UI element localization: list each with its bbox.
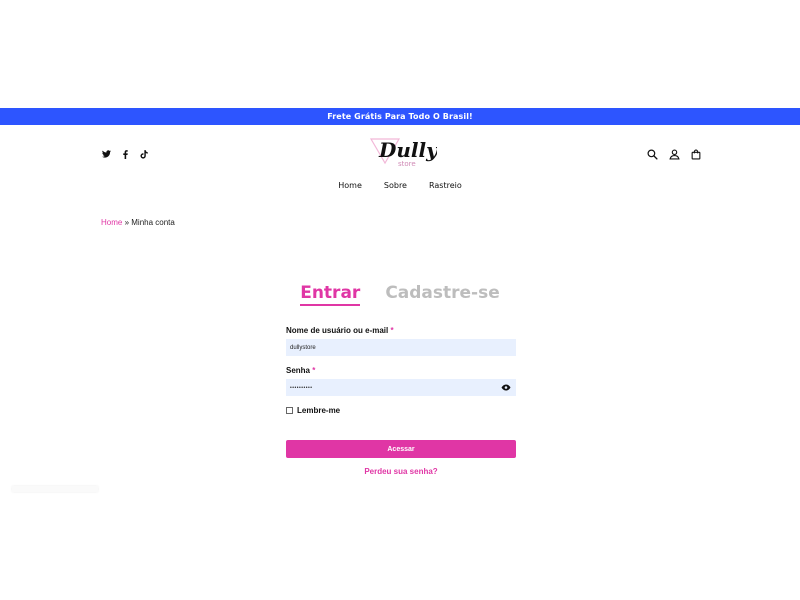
tiktok-icon[interactable] (139, 149, 149, 159)
remember-label: Lembre-me (297, 406, 341, 415)
recaptcha-badge (12, 486, 98, 492)
cart-icon[interactable] (690, 148, 702, 160)
show-password-icon[interactable] (501, 383, 511, 392)
breadcrumb: Home » Minha conta (101, 218, 175, 227)
tab-register[interactable]: Cadastre-se (385, 283, 499, 306)
remember-checkbox[interactable] (286, 407, 293, 414)
password-value: •••••••••• (290, 384, 313, 391)
twitter-icon[interactable] (101, 149, 111, 159)
breadcrumb-home-link[interactable]: Home (101, 218, 122, 227)
facebook-icon[interactable] (120, 149, 130, 159)
svg-text:store: store (398, 160, 416, 168)
password-label: Senha * (286, 366, 316, 375)
login-button[interactable]: Acessar (286, 440, 516, 458)
username-label: Nome de usuário ou e-mail * (286, 326, 394, 335)
main-nav: Home Sobre Rastreio (0, 181, 800, 190)
username-value: dullystore (290, 344, 316, 351)
announcement-text: Frete Grátis Para Todo O Brasil! (327, 112, 473, 121)
forgot-password-link[interactable]: Perdeu sua senha? (286, 467, 516, 476)
account-icon[interactable] (668, 148, 680, 160)
header-actions (646, 148, 702, 160)
announcement-bar: Frete Grátis Para Todo O Brasil! (0, 108, 800, 125)
tab-login[interactable]: Entrar (300, 283, 361, 306)
remember-me: Lembre-me (286, 406, 516, 415)
store-logo[interactable]: Dully store (365, 133, 439, 173)
search-icon[interactable] (646, 148, 658, 160)
nav-item-rastreio[interactable]: Rastreio (429, 181, 462, 190)
svg-text:Dully: Dully (378, 138, 437, 162)
username-field[interactable]: dullystore (286, 339, 516, 356)
required-mark: * (312, 366, 316, 375)
login-form: Nome de usuário ou e-mail * dullystore S… (286, 326, 516, 476)
required-mark: * (390, 326, 394, 335)
password-field[interactable]: •••••••••• (286, 379, 516, 396)
nav-item-sobre[interactable]: Sobre (384, 181, 407, 190)
social-links (101, 149, 149, 159)
breadcrumb-separator: » (122, 218, 132, 227)
nav-item-home[interactable]: Home (338, 181, 362, 190)
breadcrumb-current: Minha conta (131, 218, 175, 227)
account-tabs: Entrar Cadastre-se (0, 283, 800, 306)
